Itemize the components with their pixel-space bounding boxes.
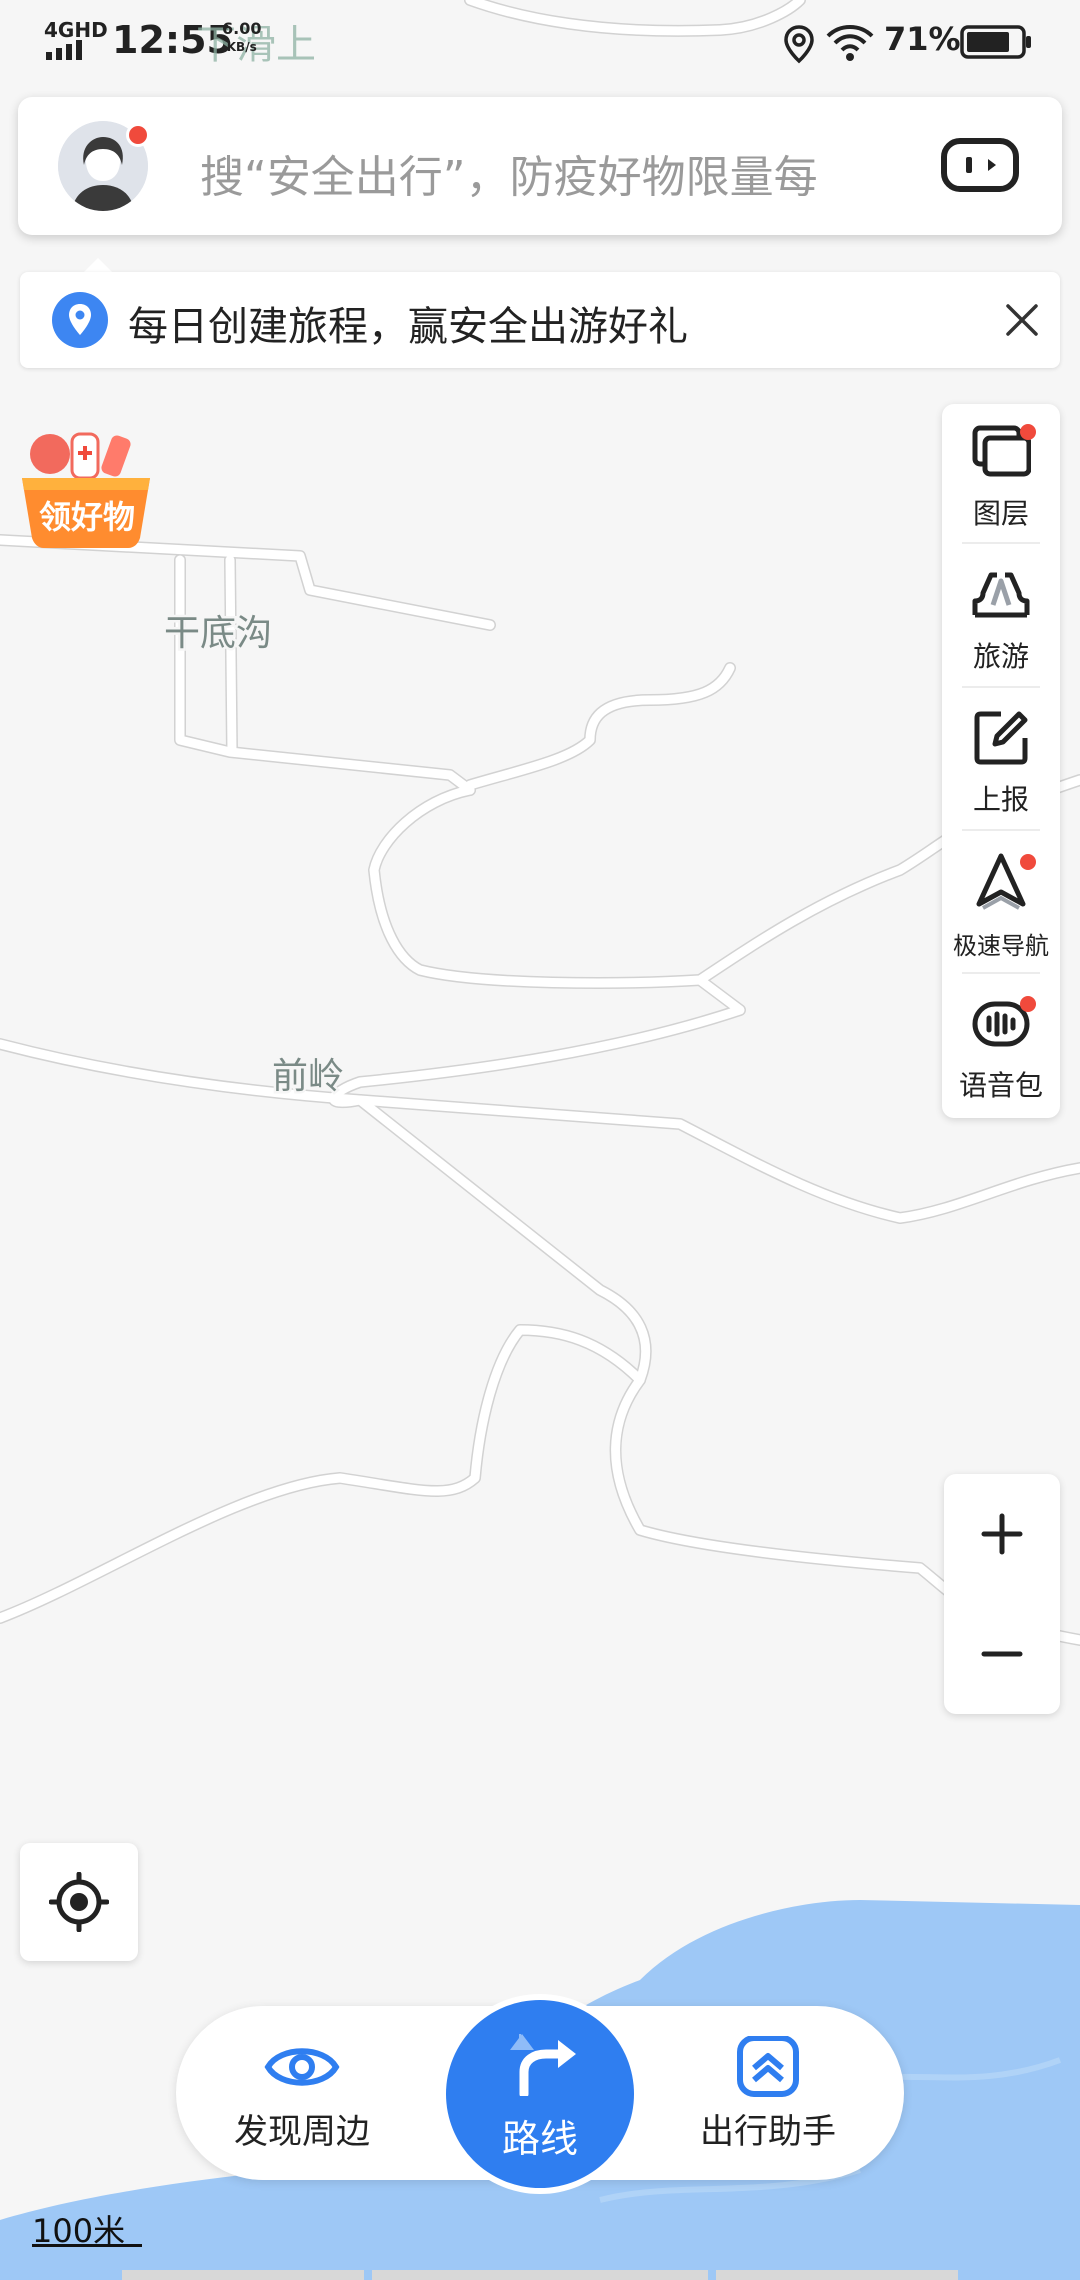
tool-voice-pack[interactable]: 语音包 [942,976,1060,1119]
location-pin-icon [52,292,108,348]
tool-label: 图层 [972,497,1029,530]
tool-label: 极速导航 [953,932,1049,960]
map-label-qianling: 前岭 [272,1055,344,1096]
dock-label: 出行助手 [700,2112,836,2152]
travel-icon [972,572,1030,618]
route-button[interactable]: 路线 [440,1994,640,2194]
divider [962,829,1040,831]
map-label-gandigou: 干底沟 [164,612,272,653]
voice-badge [1020,996,1036,1012]
zoom-control [944,1474,1060,1714]
travel-assistant-button[interactable]: 出行助手 [660,2006,860,2180]
tool-travel[interactable]: 旅游 [942,547,1060,690]
navigation-badge [1020,854,1036,870]
signal-icon [46,40,82,60]
zoom-out-icon [981,1651,1023,1657]
notification-dot [126,123,150,147]
battery-icon [960,25,1031,59]
battery-percent: 71% [884,20,961,58]
zoom-in-icon [981,1513,1023,1555]
wifi-icon [826,25,874,61]
search-bar[interactable]: 搜“安全出行”，防疫好物限量每 [18,97,1062,235]
close-icon[interactable] [998,296,1046,344]
route-button-circle: 路线 [446,2000,634,2188]
report-edit-icon [974,711,1028,765]
divider [962,686,1040,688]
bottom-strip [122,2270,958,2280]
tool-fast-navigation[interactable]: 极速导航 [942,834,1060,977]
notice-text: 每日创建旅程，赢安全出游好礼 [128,304,688,350]
divider [962,972,1040,974]
map-tools-panel: 图层 旅游 上报 极速导航 语音包 [942,404,1060,1118]
divider [962,542,1040,544]
search-input[interactable]: 搜“安全出行”，防疫好物限量每 [200,141,818,205]
notice-caret [84,258,112,272]
route-label: 路线 [501,2117,578,2161]
discover-nearby-button[interactable]: 发现周边 [194,2006,394,2180]
notice-banner[interactable]: 每日创建旅程，赢安全出游好礼 [20,272,1060,368]
tool-label: 语音包 [958,1069,1043,1102]
network-speed: 6.00 KB/s [222,19,262,55]
tool-report[interactable]: 上报 [942,690,1060,833]
tool-label: 上报 [972,783,1029,816]
layers-badge [1020,424,1036,440]
zoom-out-button[interactable] [944,1594,1060,1714]
location-icon [784,25,814,64]
status-bar: 4GHD 12:55 下滑上 6.00 KB/s 71% [0,0,1080,84]
locate-button[interactable] [20,1843,138,1961]
tool-layers[interactable]: 图层 [942,404,1060,547]
dock-label: 发现周边 [234,2112,370,2152]
gift-basket-icon[interactable]: 领好物 [16,420,156,550]
promo-label: 领好物 [38,498,135,536]
robot-assistant-icon[interactable] [940,135,1020,195]
travel-assistant-icon [737,2036,799,2097]
tool-label: 旅游 [972,640,1029,673]
route-turn-icon [510,2034,576,2096]
eye-icon [264,2048,340,2086]
zoom-in-button[interactable] [944,1474,1060,1594]
map-scale-bar [32,2244,142,2247]
locate-crosshair-icon [49,1872,109,1932]
